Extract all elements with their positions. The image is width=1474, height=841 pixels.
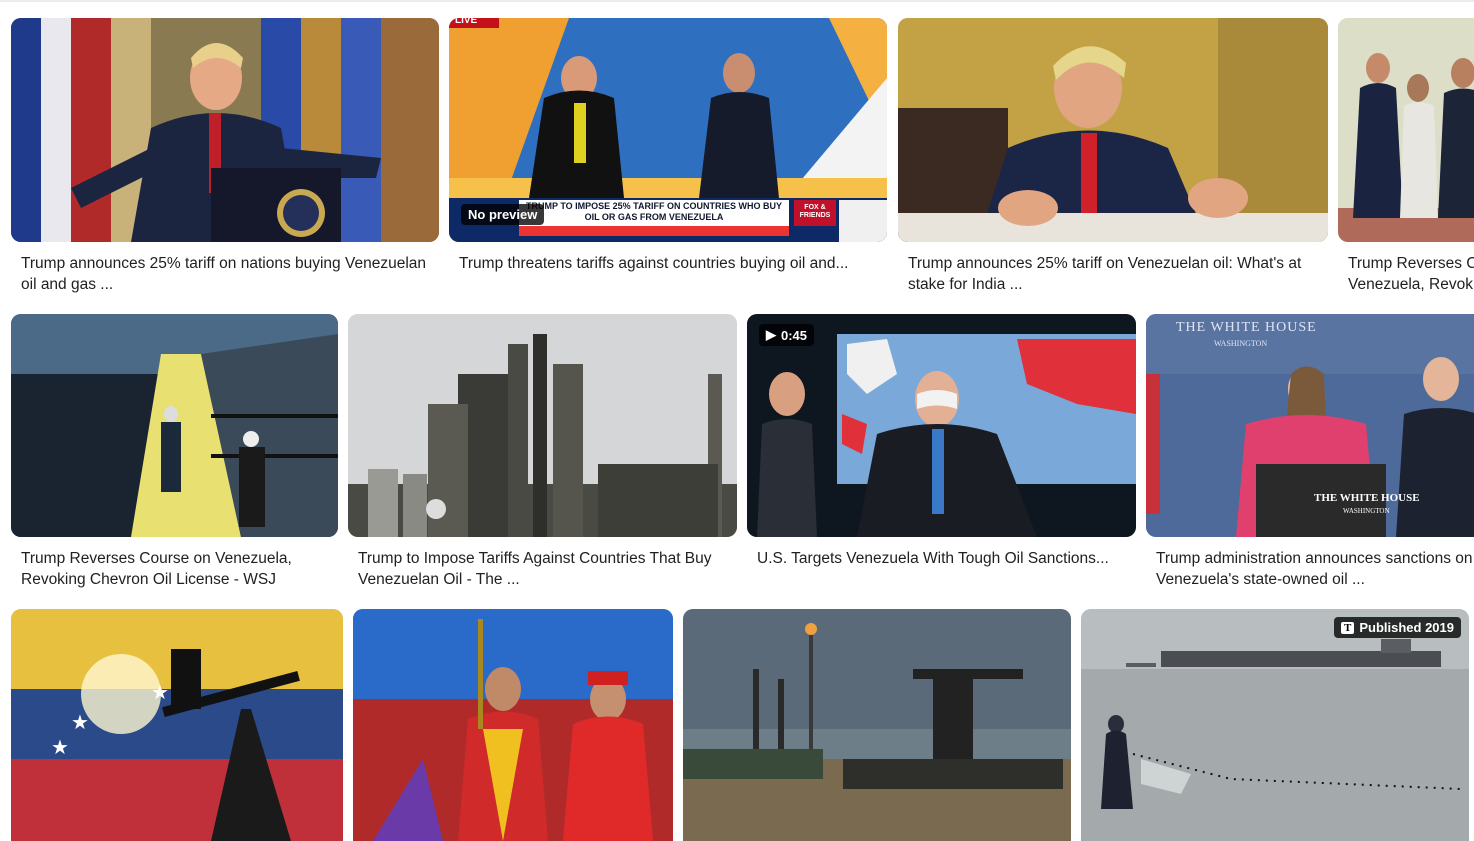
white-house-sign-sub: WASHINGTON	[1214, 339, 1268, 348]
result-card-2[interactable]: LIVE TRUMP TO IMPOSE 25% TARIFF ON COUNT…	[449, 18, 887, 298]
published-text: Published 2019	[1359, 620, 1454, 635]
result-caption-7[interactable]: U.S. Targets Venezuela With Tough Oil Sa…	[757, 548, 1126, 569]
live-label: LIVE	[455, 18, 478, 26]
result-caption-8[interactable]: Trump administration announces sanctions…	[1156, 548, 1474, 590]
no-preview-badge: No preview	[461, 204, 545, 225]
result-thumbnail-4[interactable]	[1338, 18, 1474, 242]
lake-oil-pump-image	[683, 609, 1071, 841]
result-thumbnail-10[interactable]	[353, 609, 673, 841]
video-duration-badge: ▶ 0:45	[759, 324, 815, 346]
result-caption-2[interactable]: Trump threatens tariffs against countrie…	[459, 253, 877, 274]
result-caption-1[interactable]: Trump announces 25% tariff on nations bu…	[21, 253, 431, 295]
result-card-7[interactable]: ▶ 0:45 U.S. Targets Venezuela With Tough…	[747, 314, 1136, 594]
podium-sign-sub: WASHINGTON	[1343, 507, 1390, 515]
result-thumbnail-6[interactable]	[348, 314, 737, 537]
result-thumbnail-9[interactable]: ★ ★ ★	[11, 609, 343, 841]
fisherman-tanker-image	[1081, 609, 1469, 841]
result-card-3[interactable]: Trump announces 25% tariff on Venezuelan…	[898, 18, 1328, 298]
result-card-9[interactable]: ★ ★ ★	[11, 609, 343, 841]
oil-pump-flag-image: ★ ★ ★	[11, 609, 343, 841]
result-caption-5[interactable]: Trump Reverses Course on Venezuela, Revo…	[21, 548, 331, 590]
result-card-5[interactable]: Trump Reverses Course on Venezuela, Revo…	[11, 314, 338, 594]
top-divider	[0, 0, 1474, 2]
result-card-10[interactable]	[353, 609, 673, 841]
result-thumbnail-3[interactable]	[898, 18, 1328, 242]
result-thumbnail-12[interactable]: T Published 2019	[1081, 609, 1469, 841]
result-thumbnail-1[interactable]	[11, 18, 439, 242]
duration-text: 0:45	[781, 327, 808, 343]
result-caption-3[interactable]: Trump announces 25% tariff on Venezuelan…	[908, 253, 1320, 295]
white-house-briefing-image	[1146, 314, 1474, 537]
result-card-6[interactable]: Trump to Impose Tariffs Against Countrie…	[348, 314, 737, 594]
result-thumbnail-5[interactable]	[11, 314, 338, 537]
trump-podium-image	[11, 18, 439, 242]
svg-text:★: ★	[71, 712, 89, 734]
refinery-image	[348, 314, 737, 537]
result-thumbnail-8[interactable]: THE WHITE HOUSE WASHINGTON THE WHITE HOU…	[1146, 314, 1474, 537]
podium-sign: THE WHITE HOUSE	[1314, 492, 1420, 504]
oil-worker-walkway-image	[11, 314, 338, 537]
maduro-rally-image	[353, 609, 673, 841]
published-badge: T Published 2019	[1334, 617, 1461, 638]
svg-text:★: ★	[51, 737, 69, 759]
result-caption-6[interactable]: Trump to Impose Tariffs Against Countrie…	[358, 548, 728, 590]
result-card-12[interactable]: T Published 2019	[1081, 609, 1469, 841]
result-caption-4[interactable]: Trump Reverses Course on Venezuela, Revo…	[1348, 253, 1474, 295]
nyt-logo-icon: T	[1341, 621, 1355, 634]
trump-desk-image	[898, 18, 1328, 242]
white-house-sign: THE WHITE HOUSE	[1176, 320, 1317, 335]
svg-text:★: ★	[151, 682, 169, 704]
handshake-image	[1338, 18, 1474, 242]
fox-logo-text: FOX & FRIENDS	[799, 204, 831, 219]
result-thumbnail-2[interactable]: LIVE TRUMP TO IMPOSE 25% TARIFF ON COUNT…	[449, 18, 887, 242]
result-thumbnail-11[interactable]	[683, 609, 1071, 841]
play-icon: ▶	[766, 327, 776, 342]
news-banner-text: TRUMP TO IMPOSE 25% TARIFF ON COUNTRIES …	[525, 201, 783, 222]
result-card-4[interactable]: Trump Reverses Course on Venezuela, Revo…	[1338, 18, 1474, 298]
result-thumbnail-7[interactable]: ▶ 0:45	[747, 314, 1136, 537]
bolton-map-image	[747, 314, 1136, 537]
result-card-8[interactable]: THE WHITE HOUSE WASHINGTON THE WHITE HOU…	[1146, 314, 1474, 594]
result-card-1[interactable]: Trump announces 25% tariff on nations bu…	[11, 18, 439, 298]
result-card-11[interactable]	[683, 609, 1071, 841]
